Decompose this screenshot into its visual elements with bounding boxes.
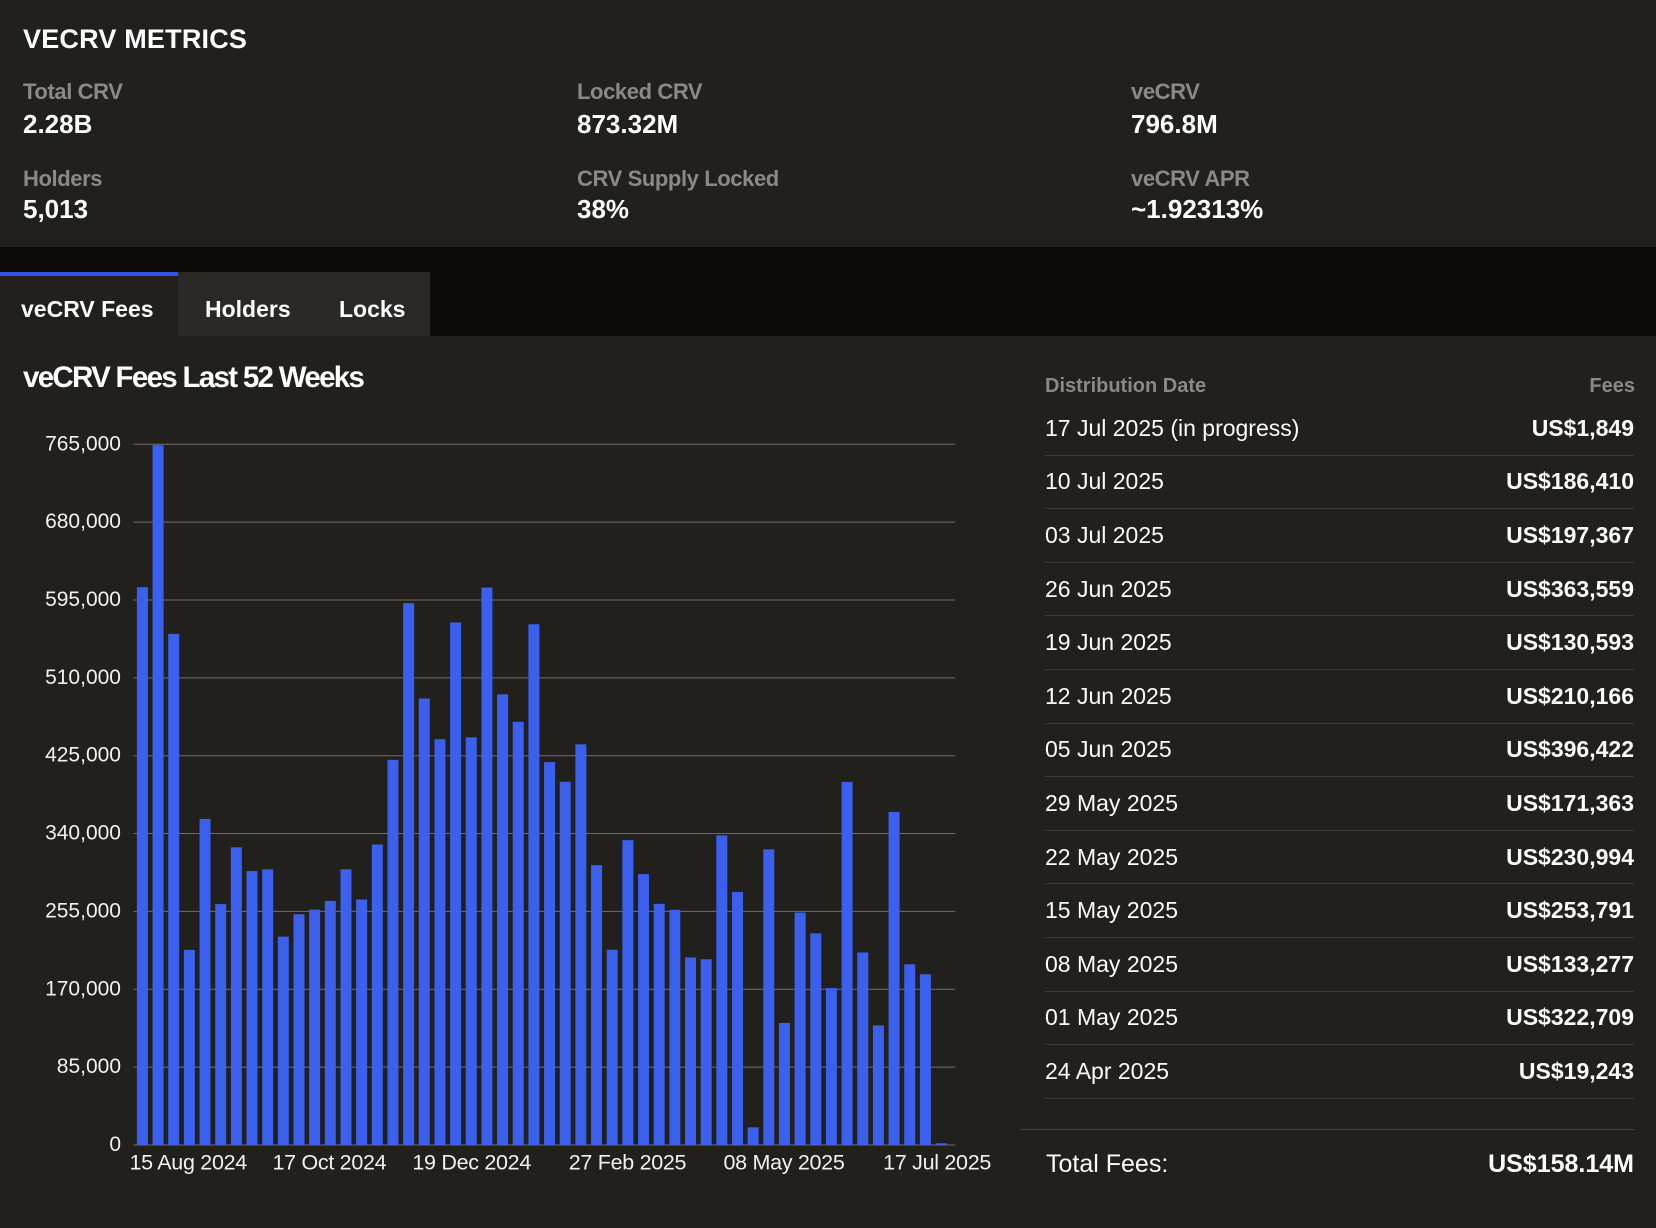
svg-text:0: 0	[109, 1133, 121, 1156]
svg-text:425,000: 425,000	[45, 744, 121, 767]
svg-text:17 Jul 2025: 17 Jul 2025	[883, 1151, 991, 1175]
svg-text:680,000: 680,000	[45, 510, 121, 533]
svg-text:255,000: 255,000	[45, 899, 121, 922]
svg-text:595,000: 595,000	[45, 588, 121, 611]
svg-text:27 Feb 2025: 27 Feb 2025	[569, 1151, 687, 1175]
svg-text:510,000: 510,000	[45, 666, 121, 689]
svg-text:19 Dec 2024: 19 Dec 2024	[412, 1151, 531, 1175]
svg-text:765,000: 765,000	[45, 432, 121, 455]
svg-text:17 Oct 2024: 17 Oct 2024	[272, 1151, 386, 1175]
svg-text:15 Aug 2024: 15 Aug 2024	[129, 1151, 247, 1175]
svg-text:85,000: 85,000	[57, 1055, 121, 1078]
svg-text:170,000: 170,000	[45, 977, 121, 1000]
svg-text:340,000: 340,000	[45, 822, 121, 845]
svg-text:08 May 2025: 08 May 2025	[723, 1151, 844, 1175]
